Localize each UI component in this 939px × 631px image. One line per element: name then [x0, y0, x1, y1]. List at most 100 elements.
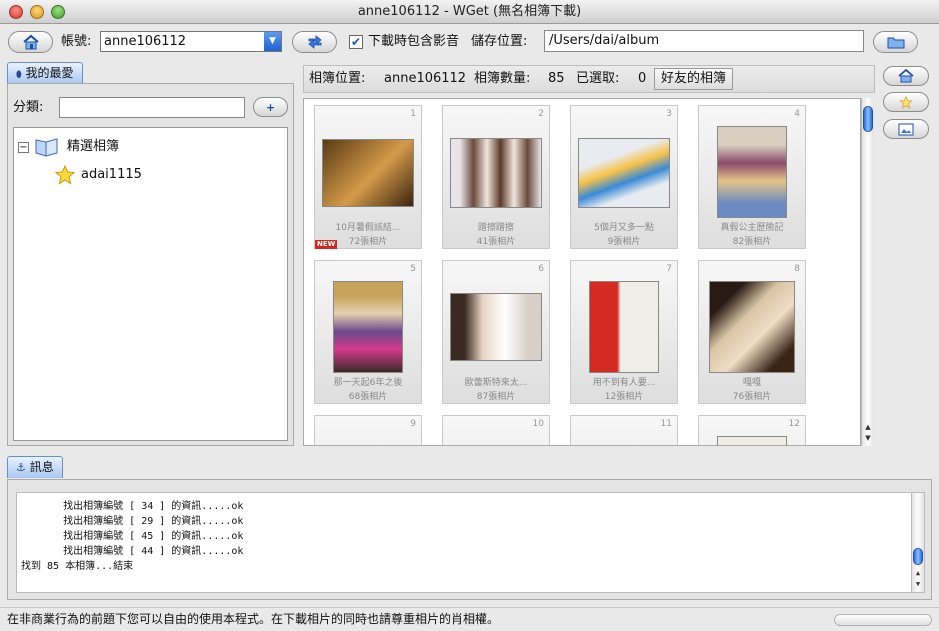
- log-line: 找出相簿編號 [ 29 ] 的資訊.....ok: [21, 516, 244, 527]
- album-photo-count: 87張相片: [476, 392, 516, 402]
- friends-albums-button[interactable]: 好友的相簿: [654, 68, 734, 90]
- save-path-value: /Users/dai/album: [549, 33, 660, 48]
- album-number: 1: [410, 109, 416, 119]
- title-bar: anne106112 - WGet (無名相簿下載): [0, 0, 939, 24]
- album-thumbnail[interactable]: [450, 293, 542, 361]
- home-icon: [22, 34, 39, 50]
- include-video-checkbox[interactable]: ✔: [349, 35, 363, 49]
- album-card[interactable]: 2 蹭擦蹭擦 41張相片: [442, 105, 550, 249]
- browse-folder-button[interactable]: [873, 31, 918, 53]
- favorites-panel: 分類: + − 精選相簿 adai1115: [7, 83, 294, 446]
- album-card[interactable]: 5 那一天起6年之後 68張相片: [314, 260, 422, 404]
- album-thumbnail[interactable]: [450, 138, 542, 208]
- album-photo-count: 82張相片: [732, 237, 772, 247]
- minimize-window-button[interactable]: [30, 5, 44, 19]
- album-thumbnail[interactable]: [589, 281, 659, 373]
- selected-value: 0: [638, 71, 647, 86]
- album-photo-count: 41張相片: [476, 237, 516, 247]
- album-thumbnail[interactable]: [322, 139, 414, 207]
- account-combobox[interactable]: anne106112 ▼: [100, 31, 282, 52]
- album-card[interactable]: 12: [698, 415, 806, 445]
- tree-item-adai1115[interactable]: adai1115: [54, 165, 142, 185]
- new-badge: NEW: [315, 240, 338, 249]
- album-thumbnail[interactable]: [578, 138, 670, 208]
- message-log[interactable]: 找出相簿編號 [ 34 ] 的資訊.....ok 找出相簿編號 [ 29 ] 的…: [16, 492, 925, 593]
- messages-panel: 找出相簿編號 [ 34 ] 的資訊.....ok 找出相簿編號 [ 29 ] 的…: [7, 479, 932, 600]
- chevron-down-icon[interactable]: ▼: [264, 32, 281, 51]
- progress-bar: [834, 614, 932, 626]
- swap-button[interactable]: [292, 31, 337, 53]
- tree-item-label: adai1115: [81, 167, 142, 182]
- scroll-down-arrow[interactable]: ▼: [862, 433, 874, 444]
- message-log-scrollbar[interactable]: ▲ ▼: [911, 493, 924, 592]
- album-card[interactable]: 4 真假公主歷險記 82張相片: [698, 105, 806, 249]
- home-icon: [898, 69, 914, 83]
- album-title: 蹭擦蹭擦: [477, 223, 514, 233]
- album-card[interactable]: 6 歐蕾斯特來太... 87張相片: [442, 260, 550, 404]
- add-favorite-button[interactable]: [883, 92, 929, 112]
- log-line: 找出相簿編號 [ 34 ] 的資訊.....ok: [21, 501, 244, 512]
- album-title: 真假公主歷險記: [720, 223, 784, 233]
- home-album-button[interactable]: [883, 66, 929, 86]
- home-button[interactable]: [8, 31, 53, 53]
- favorites-tree[interactable]: − 精選相簿 adai1115: [13, 127, 288, 441]
- tab-messages[interactable]: ⚓ 訊息: [7, 456, 63, 478]
- album-number: 7: [666, 264, 672, 274]
- album-card[interactable]: 10: [442, 415, 550, 445]
- album-number: 12: [788, 419, 800, 429]
- album-card[interactable]: 3 5個月又多一點 9張相片: [570, 105, 678, 249]
- close-window-button[interactable]: [9, 5, 23, 19]
- count-label: 相簿數量:: [474, 71, 531, 86]
- album-card[interactable]: 11: [570, 415, 678, 445]
- log-line: 找到 85 本相簿...結束: [21, 561, 134, 572]
- album-card[interactable]: 9: [314, 415, 422, 445]
- include-video-label: 下載時包含影音: [368, 34, 460, 49]
- album-thumbnail[interactable]: [333, 281, 403, 373]
- collapse-toggle[interactable]: −: [18, 141, 29, 153]
- save-location-label: 儲存位置:: [471, 34, 528, 49]
- album-title: 那一天起6年之後: [333, 378, 403, 388]
- album-number: 2: [538, 109, 544, 119]
- album-number: 11: [660, 419, 672, 429]
- album-title: 嘎嘎: [742, 378, 761, 388]
- album-number: 4: [794, 109, 800, 119]
- category-input[interactable]: [59, 97, 245, 118]
- scroll-down-arrow[interactable]: ▼: [912, 579, 924, 590]
- album-number: 9: [410, 419, 416, 429]
- save-path-field[interactable]: /Users/dai/album: [544, 30, 864, 52]
- album-info-bar: 相簿位置: anne106112 相簿數量: 85 已選取: 0 好友的相簿: [303, 65, 875, 93]
- swap-arrows-icon: [307, 35, 322, 49]
- scroll-thumb[interactable]: [913, 548, 923, 565]
- album-number: 5: [410, 264, 416, 274]
- log-line: 找出相簿編號 [ 44 ] 的資訊.....ok: [21, 546, 244, 557]
- album-thumbnail[interactable]: [717, 436, 787, 445]
- scroll-up-arrow[interactable]: ▲: [862, 422, 874, 433]
- zoom-window-button[interactable]: [51, 5, 65, 19]
- scroll-up-arrow[interactable]: ▲: [912, 568, 924, 579]
- album-photo-count: 9張相片: [607, 237, 641, 247]
- location-label: 相簿位置:: [309, 71, 366, 86]
- album-thumbnail[interactable]: [709, 281, 795, 373]
- window-title: anne106112 - WGet (無名相簿下載): [357, 4, 582, 19]
- tab-favorites[interactable]: ⬮ 我的最愛: [7, 62, 83, 84]
- album-card[interactable]: 1 10月暑假該結... 72張相片 NEW: [314, 105, 422, 249]
- album-card[interactable]: 8 嘎嘎 76張相片: [698, 260, 806, 404]
- tab-messages-label: 訊息: [29, 460, 54, 474]
- tree-item-featured[interactable]: − 精選相簿: [18, 136, 119, 158]
- album-number: 8: [794, 264, 800, 274]
- scroll-thumb[interactable]: [863, 106, 873, 132]
- photo-view-button[interactable]: [883, 119, 929, 139]
- album-thumbnail[interactable]: [717, 126, 787, 218]
- category-label: 分類:: [13, 100, 44, 115]
- log-line: 找出相簿編號 [ 45 ] 的資訊.....ok: [21, 531, 244, 542]
- album-grid-scrollbar[interactable]: ▲ ▼: [861, 98, 874, 446]
- album-title: 用不到有人要...: [592, 378, 656, 388]
- album-grid[interactable]: 1 10月暑假該結... 72張相片 NEW 2 蹭擦蹭擦 41張相片 3 5個…: [303, 98, 861, 446]
- album-number: 6: [538, 264, 544, 274]
- album-card[interactable]: 7 用不到有人要... 12張相片: [570, 260, 678, 404]
- folder-icon: [887, 37, 904, 49]
- star-icon: [899, 95, 913, 109]
- add-category-button[interactable]: +: [253, 97, 288, 117]
- account-value: anne106112: [104, 34, 187, 49]
- tab-favorites-label: 我的最愛: [25, 66, 74, 80]
